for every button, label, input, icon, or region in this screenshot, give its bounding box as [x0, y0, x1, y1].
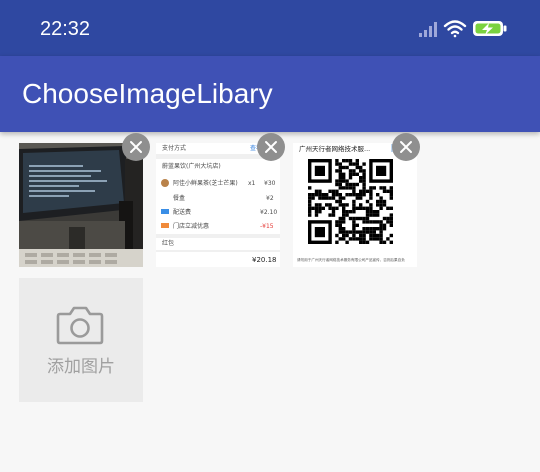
close-icon [265, 141, 277, 153]
qr-screenshot: 广州天行者网络技术服... 请勿用于广州天行者网络技术服务有限公司产品宣传，否则… [293, 143, 417, 267]
qr-title: 广州天行者网络技术服... [299, 144, 370, 153]
receipt-line1: 阿佳小鲜果茶(芝士芒果) [173, 179, 238, 187]
app-bar: ChooseImageLibary [0, 56, 540, 132]
close-icon [400, 141, 412, 153]
receipt-line2-price: ¥2 [266, 195, 274, 202]
image-tile[interactable]: 广州天行者网络技术服... 请勿用于广州天行者网络技术服务有限公司产品宣传，否则… [293, 143, 417, 267]
monitor-photo [19, 143, 143, 267]
signal-icon [419, 22, 437, 37]
receipt-total: ¥20.18 [252, 256, 277, 264]
receipt-header-title: 支付方式 [162, 144, 186, 152]
camera-icon [56, 306, 104, 345]
receipt-line3: 配送费 [173, 208, 191, 216]
receipt-line3-price: ¥2.10 [260, 209, 277, 216]
receipt-line4-price: -¥15 [260, 223, 274, 230]
receipt-screenshot: 支付方式 查看订单 蔚蓝果饮(广州大坑店) 阿佳小鲜果茶(芝士芒果) x1 ¥3… [156, 143, 280, 267]
status-icons [419, 20, 507, 38]
receipt-section-label: 红包 [162, 239, 174, 247]
battery-charging-icon [473, 21, 507, 36]
image-tile[interactable]: 支付方式 查看订单 蔚蓝果饮(广州大坑店) 阿佳小鲜果茶(芝士芒果) x1 ¥3… [156, 143, 280, 267]
add-image-label: 添加图片 [47, 357, 115, 377]
remove-image-button[interactable] [122, 133, 150, 161]
app-title: ChooseImageLibary [22, 78, 273, 109]
receipt-line1-price: ¥30 [264, 180, 276, 187]
status-bar: 22:32 [0, 0, 540, 56]
close-icon [130, 141, 142, 153]
status-time: 22:32 [40, 18, 91, 40]
qr-footer: 请勿用于广州天行者网络技术服务有限公司产品宣传，否则后果自负 [297, 257, 405, 262]
receipt-store-name: 蔚蓝果饮(广州大坑店) [162, 162, 221, 170]
remove-image-button[interactable] [257, 133, 285, 161]
wifi-icon [443, 20, 467, 38]
receipt-line4: 门店立减优惠 [173, 222, 209, 230]
image-tile[interactable] [19, 143, 143, 267]
receipt-line2: 餐盒 [173, 194, 185, 202]
receipt-line1-qty: x1 [248, 180, 256, 187]
remove-image-button[interactable] [392, 133, 420, 161]
add-image-button[interactable]: 添加图片 [19, 278, 143, 402]
